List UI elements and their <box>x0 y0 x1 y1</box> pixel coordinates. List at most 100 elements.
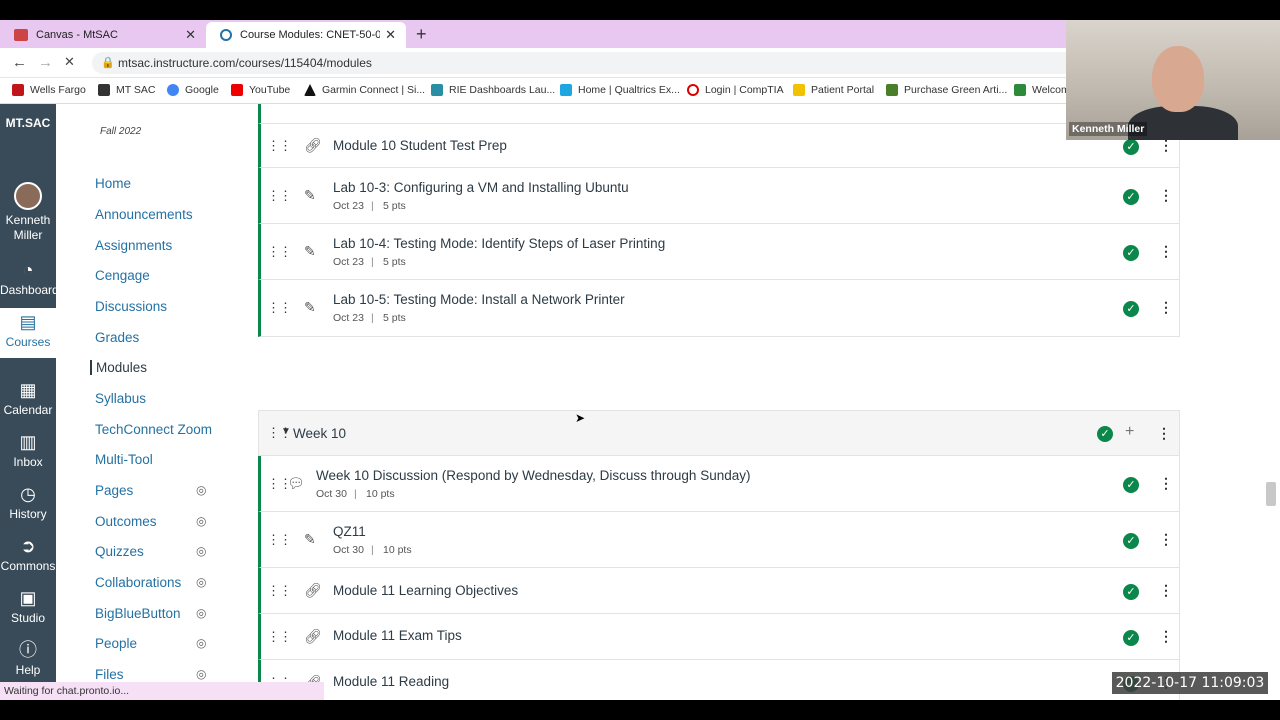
module-item-title[interactable]: Module 11 Reading <box>333 674 449 689</box>
module-item[interactable]: ⋮⋮ ✎ Lab 10-4: Testing Mode: Identify St… <box>258 224 1180 280</box>
address-bar[interactable]: 🔒 mtsac.instructure.com/courses/115404/m… <box>92 52 1132 74</box>
bookmark-google[interactable]: Google <box>167 84 219 96</box>
hidden-eye-icon: ◎ <box>196 483 207 497</box>
module-item[interactable]: ⋮⋮ ✎ QZ11 Oct 30 | 10 pts ✓ ⋮ <box>258 512 1180 568</box>
bookmark-patient-portal[interactable]: Patient Portal <box>793 84 874 96</box>
published-check-icon[interactable]: ✓ <box>1123 139 1139 155</box>
collapse-caret-icon[interactable]: ▼ <box>281 426 291 437</box>
bookmark-qualtrics[interactable]: Home | Qualtrics Ex... <box>560 84 680 96</box>
more-options-icon[interactable]: ⋮ <box>1159 475 1173 492</box>
module-item[interactable]: ⋮⋮ ✎ Lab 10-5: Testing Mode: Install a N… <box>258 280 1180 337</box>
module-item-title[interactable]: Module 10 Student Test Prep <box>333 138 507 153</box>
wells-fargo-icon <box>12 84 24 96</box>
published-check-icon[interactable]: ✓ <box>1123 245 1139 261</box>
published-check-icon[interactable]: ✓ <box>1123 584 1139 600</box>
bookmark-td[interactable]: Welcom <box>1014 84 1070 96</box>
module-item-title[interactable]: QZ11 <box>333 524 366 539</box>
course-nav-discussions[interactable]: Discussions <box>95 299 215 314</box>
bookmark-youtube[interactable]: YouTube <box>231 84 290 96</box>
more-options-icon[interactable]: ⋮ <box>1159 299 1173 316</box>
tab-canvas[interactable]: Canvas - MtSAC ✕ <box>0 22 206 48</box>
drag-handle-icon[interactable]: ⋮⋮ <box>267 244 292 260</box>
nav-calendar[interactable]: ▦ Calendar <box>0 380 56 417</box>
course-nav-grades[interactable]: Grades <box>95 330 215 345</box>
add-item-icon[interactable]: + <box>1125 423 1134 441</box>
more-options-icon[interactable]: ⋮ <box>1159 187 1173 204</box>
published-check-icon[interactable]: ✓ <box>1123 189 1139 205</box>
back-arrow-icon[interactable]: ← <box>12 54 27 71</box>
module-item-points: 5 pts <box>383 256 406 268</box>
close-tab-icon[interactable]: ✕ <box>385 27 396 43</box>
published-check-icon[interactable]: ✓ <box>1097 426 1113 442</box>
page-scrollbar-thumb[interactable] <box>1266 482 1276 506</box>
course-nav-cengage[interactable]: Cengage <box>95 268 215 283</box>
nav-courses[interactable]: ▤ Courses <box>0 308 56 358</box>
close-tab-icon[interactable]: ✕ <box>185 27 196 43</box>
nav-history[interactable]: ◷ History <box>0 484 56 521</box>
module-item[interactable]: ⋮⋮ 💬︎ Week 10 Discussion (Respond by Wed… <box>258 456 1180 512</box>
published-check-icon[interactable]: ✓ <box>1123 301 1139 317</box>
nav-account[interactable]: Kenneth Miller <box>0 182 56 243</box>
bookmark-comptia[interactable]: Login | CompTIA <box>687 84 784 96</box>
course-nav-techconnect-zoom[interactable]: TechConnect Zoom <box>95 422 245 437</box>
bookmark-mt-sac[interactable]: MT SAC <box>98 84 155 96</box>
more-options-icon[interactable]: ⋮ <box>1159 582 1173 599</box>
bookmark-label: RIE Dashboards Lau... <box>449 84 556 96</box>
forward-arrow-icon[interactable]: → <box>38 54 53 71</box>
published-check-icon[interactable]: ✓ <box>1123 477 1139 493</box>
tab-title: Course Modules: CNET-50-01-25 <box>240 29 380 41</box>
new-tab-icon[interactable]: + <box>416 24 427 45</box>
nav-studio[interactable]: ▣ Studio <box>0 588 56 625</box>
bookmark-label: YouTube <box>249 84 291 96</box>
nav-dashboard[interactable]: ◔ Dashboard <box>0 260 59 297</box>
canvas-favicon-icon <box>220 29 232 41</box>
module-item-title[interactable]: Module 11 Learning Objectives <box>333 583 518 598</box>
tab-course-modules[interactable]: Course Modules: CNET-50-01-25 ✕ <box>206 22 406 48</box>
mt-sac-logo[interactable]: MT.SAC <box>2 116 54 130</box>
module-item[interactable]: ⋮⋮ 🔗︎ Module 11 Reading ✓ ⋮ <box>258 660 1180 700</box>
nav-inbox[interactable]: ▥ Inbox <box>0 432 56 469</box>
course-nav-announcements[interactable]: Announcements <box>95 207 215 222</box>
nav-help[interactable]: ⓘ Help <box>0 640 56 677</box>
drag-handle-icon[interactable]: ⋮⋮ <box>267 188 292 204</box>
module-item[interactable]: ⋮⋮ ✎ Lab 10-3: Configuring a VM and Inst… <box>258 168 1180 224</box>
published-check-icon[interactable]: ✓ <box>1123 533 1139 549</box>
drag-handle-icon[interactable]: ⋮⋮ <box>267 138 292 154</box>
bookmark-rie-dashboards[interactable]: RIE Dashboards Lau... <box>431 84 555 96</box>
more-options-icon[interactable]: ⋮ <box>1157 425 1171 442</box>
more-options-icon[interactable]: ⋮ <box>1159 531 1173 548</box>
drag-handle-icon[interactable]: ⋮⋮ <box>267 300 292 316</box>
bookmark-garmin[interactable]: Garmin Connect | Si... <box>304 84 425 96</box>
module-item-title[interactable]: Lab 10-5: Testing Mode: Install a Networ… <box>333 292 625 307</box>
module-item[interactable]: ⋮⋮ 🔗︎ Module 11 Exam Tips ✓ ⋮ <box>258 614 1180 660</box>
module-item-title[interactable]: Lab 10-4: Testing Mode: Identify Steps o… <box>333 236 665 251</box>
module-header-week-10[interactable]: ⋮⋮ ▼ Week 10 ✓ + ⋮ <box>258 410 1180 456</box>
more-options-icon[interactable]: ⋮ <box>1159 243 1173 260</box>
nav-commons[interactable]: ➲ Commons <box>0 536 56 573</box>
module-item[interactable]: ⋮⋮ 🔗︎ Module 10 Student Test Prep ✓ ⋮ <box>258 124 1180 168</box>
bookmark-purchase-green[interactable]: Purchase Green Arti... <box>886 84 1007 96</box>
drag-handle-icon[interactable]: ⋮⋮ <box>267 583 292 599</box>
course-nav-assignments[interactable]: Assignments <box>95 238 215 253</box>
module-item-title[interactable]: Week 10 Discussion (Respond by Wednesday… <box>316 468 750 483</box>
course-nav-modules[interactable]: Modules <box>90 360 210 375</box>
rie-icon <box>431 84 443 96</box>
bookmark-wells-fargo[interactable]: Wells Fargo <box>12 84 86 96</box>
module-item-title[interactable]: Module 11 Exam Tips <box>333 628 462 643</box>
published-check-icon[interactable]: ✓ <box>1123 630 1139 646</box>
more-options-icon[interactable]: ⋮ <box>1159 628 1173 645</box>
module-item-points: 10 pts <box>383 544 412 556</box>
clock-icon: ◷ <box>20 484 36 504</box>
drag-handle-icon[interactable]: ⋮⋮ <box>267 629 292 645</box>
course-nav-home[interactable]: Home <box>95 176 215 191</box>
google-icon <box>167 84 179 96</box>
module-item[interactable]: ⋮⋮ 🔗︎ Module 11 Learning Objectives ✓ ⋮ <box>258 568 1180 614</box>
course-nav-syllabus[interactable]: Syllabus <box>95 391 215 406</box>
stop-loading-icon[interactable]: ✕ <box>64 54 75 70</box>
drag-handle-icon[interactable]: ⋮⋮ <box>267 532 292 548</box>
meta-divider: | <box>371 312 374 324</box>
course-nav-multi-tool[interactable]: Multi-Tool <box>95 452 215 467</box>
module-item-title[interactable]: Lab 10-3: Configuring a VM and Installin… <box>333 180 629 195</box>
hidden-eye-icon: ◎ <box>196 575 207 589</box>
module-item-date: Oct 23 <box>333 256 364 268</box>
